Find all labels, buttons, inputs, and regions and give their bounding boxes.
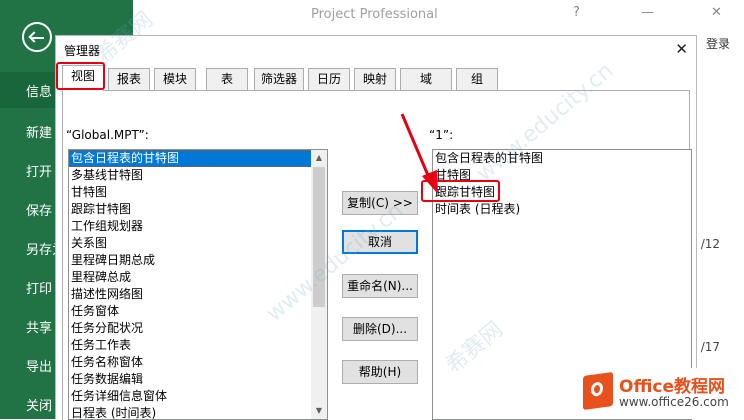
tab-reports[interactable]: 报表 bbox=[108, 68, 150, 90]
list-item[interactable]: 甘特图 bbox=[69, 184, 327, 201]
site-logo: Office教程网 www.office26.com bbox=[583, 368, 744, 419]
tab-modules[interactable]: 模块 bbox=[154, 68, 196, 90]
list-item[interactable]: 跟踪甘特图 bbox=[69, 201, 327, 218]
delete-button[interactable]: 删除(D)... bbox=[342, 317, 418, 341]
background-date-2: /17 bbox=[700, 340, 720, 354]
nav-item-print[interactable]: 打印 bbox=[26, 278, 52, 297]
dialog-close-icon[interactable]: ✕ bbox=[675, 40, 688, 58]
list-item[interactable]: 任务名称窗体 bbox=[69, 354, 327, 371]
dialog-title: 管理器 bbox=[64, 44, 101, 58]
list-item[interactable]: 里程碑日期总成 bbox=[69, 252, 327, 269]
nav-item-share[interactable]: 共享 bbox=[26, 317, 52, 336]
list-item[interactable]: 任务分配状况 bbox=[69, 320, 327, 337]
list-item[interactable]: 多基线甘特图 bbox=[69, 167, 327, 184]
list-item[interactable]: 任务窗体 bbox=[69, 303, 327, 320]
list-item[interactable]: 任务数据编辑 bbox=[69, 371, 327, 388]
back-arrow-icon[interactable] bbox=[22, 22, 52, 52]
annotation-arrow-icon bbox=[400, 113, 438, 194]
nav-item-export[interactable]: 导出 bbox=[26, 356, 52, 375]
list-item[interactable]: 工作组规划器 bbox=[69, 218, 327, 235]
app-title: Project Professional bbox=[311, 7, 438, 22]
list-item[interactable]: 包含日程表的甘特图 bbox=[433, 150, 691, 167]
list-item[interactable]: 里程碑总成 bbox=[69, 269, 327, 286]
app-titlebar: Project Professional ? — ✕ bbox=[133, 0, 744, 30]
list-item[interactable]: 关系图 bbox=[69, 235, 327, 252]
logo-brand: Office教程网 bbox=[619, 377, 726, 397]
tab-maps[interactable]: 映射 bbox=[354, 68, 396, 90]
tab-tables[interactable]: 表 bbox=[206, 68, 248, 90]
background-date-1: /12 bbox=[700, 237, 720, 251]
rename-button[interactable]: 重命名(N)... bbox=[342, 274, 418, 298]
scrollbar-thumb[interactable] bbox=[313, 167, 325, 307]
highlight-tab-box bbox=[56, 62, 105, 90]
nav-item-new[interactable]: 新建 bbox=[26, 122, 52, 141]
list-item[interactable]: 任务详细信息窗体 bbox=[69, 388, 327, 405]
tab-calendars[interactable]: 日历 bbox=[308, 68, 350, 90]
list-item[interactable]: 时间表 (日程表) bbox=[433, 201, 691, 218]
close-window-icon[interactable]: ✕ bbox=[711, 5, 722, 20]
left-list-scrollbar[interactable]: ▲ ▼ bbox=[311, 150, 327, 419]
tab-fields[interactable]: 域 bbox=[400, 68, 452, 90]
cancel-button[interactable]: 取消 bbox=[342, 230, 418, 254]
list-item[interactable]: 描述性网络图 bbox=[69, 286, 327, 303]
list-item[interactable]: 任务工作表 bbox=[69, 337, 327, 354]
tab-filters[interactable]: 筛选器 bbox=[254, 68, 304, 90]
office-logo-icon bbox=[583, 371, 613, 411]
scroll-up-icon[interactable]: ▲ bbox=[311, 150, 327, 166]
nav-item-open[interactable]: 打开 bbox=[26, 161, 52, 180]
nav-item-close[interactable]: 关闭 bbox=[26, 395, 52, 414]
organizer-dialog: 管理器 ✕ 视图 报表 模块 表 筛选器 日历 映射 域 组 “Global.M… bbox=[55, 35, 697, 420]
list-item[interactable]: 包含日程表的甘特图 bbox=[69, 150, 327, 167]
minimize-icon[interactable]: — bbox=[641, 5, 654, 20]
list-item[interactable]: 日程表 (时间表) bbox=[69, 405, 327, 419]
left-list-label: “Global.MPT”: bbox=[66, 128, 149, 142]
logo-url: www.office26.com bbox=[619, 395, 729, 409]
help-icon[interactable]: ? bbox=[573, 5, 580, 20]
login-link[interactable]: 登录 bbox=[706, 35, 730, 52]
nav-item-save[interactable]: 保存 bbox=[26, 200, 52, 219]
global-views-list[interactable]: 包含日程表的甘特图 多基线甘特图 甘特图 跟踪甘特图 工作组规划器 关系图 里程… bbox=[68, 149, 328, 420]
tab-groups[interactable]: 组 bbox=[456, 68, 498, 90]
help-button[interactable]: 帮助(H) bbox=[342, 360, 418, 384]
scroll-down-icon[interactable]: ▼ bbox=[311, 403, 327, 419]
